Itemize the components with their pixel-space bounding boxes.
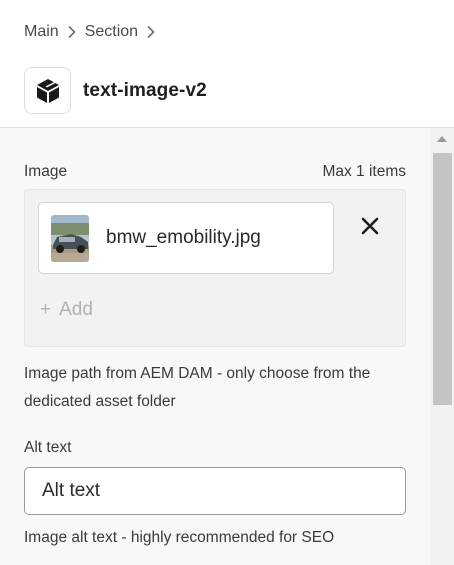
image-field-label: Image <box>24 163 68 180</box>
image-thumbnail <box>51 215 89 262</box>
add-label: Add <box>59 299 93 320</box>
image-multifield: bmw_emobility.jpg + Add <box>24 189 406 347</box>
component-title: text-image-v2 <box>83 80 207 101</box>
cube-icon <box>36 78 59 103</box>
add-image-button[interactable]: + Add <box>40 298 93 322</box>
component-icon-box <box>24 67 71 114</box>
close-icon <box>361 217 379 235</box>
max-items-label: Max 1 items <box>322 163 406 180</box>
properties-panel: Image Max 1 items bmw_emobility.jpg + Ad… <box>0 128 430 565</box>
breadcrumb-item-section[interactable]: Section <box>85 23 138 41</box>
panel-scrollbar[interactable] <box>430 128 454 565</box>
chevron-right-icon <box>138 21 164 43</box>
image-help-text: Image path from AEM DAM - only choose fr… <box>24 365 371 410</box>
image-file-name: bmw_emobility.jpg <box>106 227 261 248</box>
breadcrumb-item-main[interactable]: Main <box>24 23 59 41</box>
alt-text-field-label: Alt text <box>24 439 72 456</box>
panel-header: Main Section text-image-v2 <box>0 0 454 128</box>
chevron-right-icon <box>59 21 85 43</box>
alt-text-input[interactable] <box>24 467 406 515</box>
scroll-up-arrow-icon[interactable] <box>430 128 454 150</box>
plus-icon: + <box>40 299 52 320</box>
remove-image-button[interactable] <box>356 212 384 240</box>
scrollbar-thumb[interactable] <box>433 153 452 405</box>
alt-text-help-text: Image alt text - highly recommended for … <box>24 529 335 546</box>
breadcrumb: Main Section <box>24 21 164 43</box>
image-file-item[interactable]: bmw_emobility.jpg <box>38 202 334 274</box>
